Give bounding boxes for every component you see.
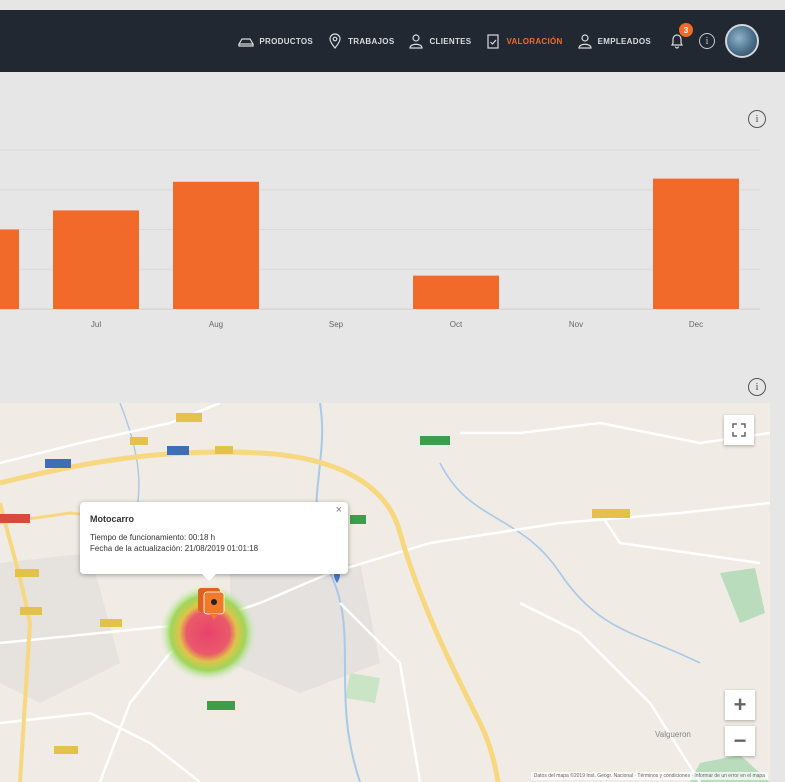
road-shield — [130, 437, 148, 445]
road-shield — [20, 607, 42, 615]
map-place-label: Valgueron — [655, 730, 691, 739]
road-shield — [592, 509, 630, 518]
river — [439, 462, 701, 664]
nav-item-label: TRABAJOS — [348, 36, 395, 46]
nav-item-valoracion[interactable]: VALORACIÓN — [485, 33, 562, 49]
products-icon — [238, 38, 255, 47]
road-shield — [54, 746, 78, 754]
chart-bar-aug[interactable] — [173, 181, 259, 309]
avatar[interactable] — [725, 24, 759, 58]
nav-item-empleados[interactable]: EMPLEADOS — [577, 33, 651, 49]
road-shield — [0, 514, 30, 523]
chart-info-icon[interactable]: i — [748, 110, 766, 128]
chart-tick-label: Oct — [450, 320, 463, 329]
zoom-in-button[interactable]: + — [725, 690, 755, 720]
popup-updated-date: Fecha de la actualización: 21/08/2019 01… — [90, 544, 259, 553]
nav-item-productos[interactable]: PRODUCTOS — [238, 33, 313, 49]
fullscreen-button[interactable] — [724, 415, 754, 445]
chart-tick-label: Aug — [209, 320, 223, 329]
road — [598, 512, 761, 565]
monthly-bar-chart-panel: JunJulAugSepOctNovDec i — [0, 92, 776, 342]
clipboard-icon — [487, 34, 500, 49]
notification-badge: 3 — [679, 23, 693, 37]
road-shield — [215, 446, 233, 454]
nav-item-label: VALORACIÓN — [506, 36, 563, 46]
road-shield — [350, 515, 366, 524]
info-icon[interactable]: i — [699, 33, 715, 49]
map-info-popup: × Motocarro Tiempo de funcionamiento: 00… — [80, 502, 348, 581]
nav-item-label: EMPLEADOS — [597, 36, 651, 46]
chart-tick-label: Dec — [689, 320, 703, 329]
chart-bar-dec[interactable] — [653, 178, 739, 309]
nav-item-label: PRODUCTOS — [259, 36, 314, 46]
chart-bar-jul[interactable] — [53, 210, 139, 309]
road — [0, 711, 201, 782]
road-shield — [167, 446, 189, 455]
chart-bar-jun[interactable] — [0, 229, 19, 310]
park-area — [720, 568, 765, 623]
fullscreen-icon — [732, 423, 746, 437]
zoom-out-button[interactable]: − — [725, 726, 755, 756]
road-shield — [176, 413, 202, 422]
nav-item-trabajos[interactable]: TRABAJOS — [327, 33, 394, 49]
road-shield — [100, 619, 122, 627]
road-shield — [420, 436, 450, 445]
map-canvas — [0, 403, 770, 782]
user-icon — [409, 34, 424, 49]
road-shield — [207, 701, 235, 710]
chart-tick-label: Nov — [569, 320, 583, 329]
location-pin-icon — [329, 33, 341, 49]
popup-close-button[interactable]: × — [336, 504, 342, 516]
notifications-button[interactable]: 3 — [667, 23, 693, 51]
user-icon — [578, 34, 592, 49]
road — [519, 601, 702, 782]
popup-runtime: Tiempo de funcionamiento: 00:18 h — [90, 533, 216, 542]
nav-item-clientes[interactable]: CLIENTES — [408, 33, 471, 49]
bar-chart: JunJulAugSepOctNovDec — [0, 149, 760, 329]
road-shield — [45, 459, 71, 468]
chart-tick-label: Jul — [91, 320, 101, 329]
road-shield — [15, 569, 39, 577]
nav-item-label: CLIENTES — [429, 36, 472, 46]
top-navbar: PRODUCTOS TRABAJOS CLIENTES VALORACIÓN E… — [0, 10, 785, 72]
chart-tick-label: Sep — [329, 320, 344, 329]
map-info-icon[interactable]: i — [748, 378, 766, 396]
map-view[interactable]: × Motocarro Tiempo de funcionamiento: 00… — [0, 403, 770, 782]
chart-bar-oct[interactable] — [413, 275, 499, 309]
popup-title: Motocarro — [90, 514, 135, 524]
park-area — [345, 673, 380, 703]
map-attribution[interactable]: Datos del mapa ©2019 Inst. Geogr. Nacion… — [530, 772, 768, 780]
